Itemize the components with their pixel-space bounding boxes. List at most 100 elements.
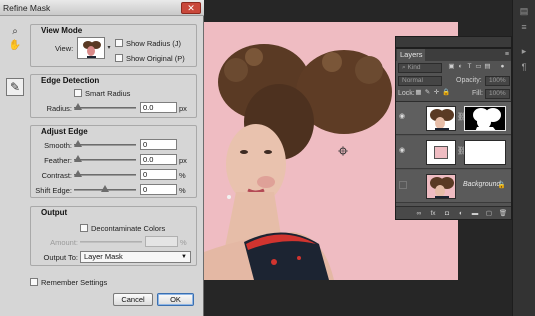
adjust-edge-title: Adjust Edge (41, 127, 88, 136)
adjustment-layer-icon[interactable]: ◐ (456, 209, 466, 218)
lock-label: Lock: (398, 90, 415, 97)
layer-row-masked-photo[interactable]: ◉ ⛓ (396, 102, 511, 135)
filter-smart-object-icon[interactable]: ▤ (484, 63, 491, 71)
refine-radius-brush-icon[interactable]: ✎ (6, 78, 24, 96)
shift-edge-slider[interactable] (74, 184, 136, 194)
contrast-field[interactable]: 0 (140, 169, 177, 180)
slider-track (80, 241, 142, 243)
delete-layer-icon[interactable]: 🗑 (498, 209, 508, 218)
slider-track (74, 107, 136, 109)
edge-detection-group: Edge Detection Smart Radius Radius: 0.0 … (30, 74, 197, 118)
dialog-title-bar[interactable]: Refine Mask ✕ (0, 0, 204, 16)
slider-track (74, 159, 136, 161)
actions-icon[interactable]: ▸ (518, 46, 530, 56)
close-icon[interactable]: ✕ (181, 2, 201, 14)
show-radius-checkbox[interactable] (115, 39, 123, 47)
radius-unit: px (179, 104, 187, 113)
layers-panel-dock-bar[interactable] (395, 36, 512, 48)
layer-mask-thumbnail[interactable] (464, 106, 506, 131)
slider-knob[interactable] (74, 155, 82, 162)
new-layer-icon[interactable]: ▢ (484, 209, 494, 218)
contrast-slider[interactable] (74, 169, 136, 179)
hand-tool-icon[interactable]: ✋ (8, 40, 22, 54)
layer-row-background[interactable]: Background 🔒 (396, 170, 511, 203)
feather-slider[interactable] (74, 154, 136, 164)
view-mode-title: View Mode (41, 26, 83, 35)
panel-menu-icon[interactable]: ≡ (505, 49, 509, 61)
radius-label: Radius: (46, 104, 72, 113)
radius-slider[interactable] (74, 102, 136, 112)
filter-shape-icon[interactable]: ▭ (475, 63, 482, 71)
layer-lock-icon: 🔒 (497, 182, 506, 189)
view-label: View: (55, 44, 74, 53)
output-title: Output (41, 208, 68, 217)
chevron-down-icon[interactable]: ▾ (106, 37, 112, 59)
shift-edge-field[interactable]: 0 (140, 184, 177, 195)
photoshop-workspace: ▤ ≡ ▸ ¶ Layers ≡ ⌕ Kind ▣ ◐ T ▭ ▤ ● Norm… (0, 0, 535, 316)
slider-knob[interactable] (74, 103, 82, 110)
feather-label: Feather: (44, 156, 72, 165)
smooth-slider[interactable] (74, 139, 136, 149)
layer-name-background[interactable]: Background (463, 181, 500, 188)
refine-mask-dialog: Refine Mask ✕ ⌕ ✋ ✎ View Mode View: ▾ Sh… (0, 0, 204, 316)
kind-filter-label: Kind (407, 64, 421, 71)
feather-unit: px (179, 156, 187, 165)
lock-all-icon[interactable]: 🔒 (442, 89, 450, 97)
panel-dock-strip: ▤ ≡ ▸ ¶ (512, 0, 535, 316)
smart-radius-checkbox[interactable] (74, 89, 82, 97)
remember-settings-checkbox[interactable] (30, 278, 38, 286)
properties-icon[interactable]: ≡ (518, 22, 530, 32)
show-original-label: Show Original (P) (126, 54, 185, 63)
add-mask-icon[interactable]: ◘ (442, 209, 452, 218)
ok-button[interactable]: OK (157, 293, 194, 306)
fill-field[interactable]: 100% (485, 89, 510, 99)
layer-row-color-fill[interactable]: ◉ ⛓ (396, 136, 511, 169)
history-icon[interactable]: ▤ (518, 6, 530, 16)
feather-field[interactable]: 0.0 (140, 154, 177, 165)
remember-settings-label: Remember Settings (41, 278, 108, 287)
visibility-toggle[interactable] (399, 181, 407, 189)
output-to-label: Output To: (43, 253, 78, 262)
kind-filter-select[interactable]: ⌕ Kind (398, 63, 442, 73)
show-original-checkbox[interactable] (115, 54, 123, 62)
contrast-label: Contrast: (41, 171, 72, 180)
layer-thumbnail[interactable] (426, 106, 456, 131)
view-mode-thumbnail[interactable] (77, 37, 105, 59)
lock-position-icon[interactable]: ✛ (433, 89, 440, 97)
radius-field[interactable]: 0.0 (140, 102, 177, 113)
fill-layer-thumbnail[interactable] (426, 140, 456, 165)
slider-knob[interactable] (74, 140, 82, 147)
slider-knob[interactable] (74, 170, 82, 177)
smooth-field[interactable]: 0 (140, 139, 177, 150)
shift-edge-label: Shift Edge: (35, 186, 72, 195)
filter-type-icon[interactable]: T (466, 63, 473, 71)
visibility-eye-icon[interactable]: ◉ (399, 147, 407, 155)
paragraph-icon[interactable]: ¶ (518, 62, 530, 72)
layer-mask-thumbnail[interactable] (464, 140, 506, 165)
output-to-select[interactable]: Layer Mask ▼ (80, 251, 191, 263)
slider-knob[interactable] (101, 185, 109, 192)
zoom-tool-icon[interactable]: ⌕ (8, 26, 22, 40)
opacity-field[interactable]: 100% (485, 76, 510, 86)
amount-unit: % (180, 238, 187, 247)
cancel-button[interactable]: Cancel (113, 293, 153, 306)
decontaminate-checkbox[interactable] (80, 224, 88, 232)
blend-opacity-row: Normal Opacity: 100% (398, 76, 510, 87)
link-layers-icon[interactable]: ∞ (414, 209, 424, 218)
layers-tab[interactable]: Layers (397, 49, 425, 61)
new-group-icon[interactable]: ▬ (470, 209, 480, 218)
layer-style-fx-icon[interactable]: fx (428, 209, 438, 218)
smooth-label: Smooth: (44, 141, 72, 150)
layers-tab-bar: Layers ≡ (396, 49, 511, 61)
lock-transparent-icon[interactable]: ▦ (415, 89, 422, 97)
blend-mode-select[interactable]: Normal (398, 76, 442, 86)
filter-pixel-icon[interactable]: ▣ (448, 63, 455, 71)
lock-image-icon[interactable]: ✎ (424, 89, 431, 97)
filter-toggle-icon[interactable]: ● (499, 63, 506, 71)
amount-slider (80, 236, 142, 246)
fill-label: Fill: (472, 90, 483, 97)
visibility-eye-icon[interactable]: ◉ (399, 113, 407, 121)
background-thumbnail[interactable] (426, 174, 456, 199)
filter-adjustment-icon[interactable]: ◐ (457, 63, 464, 71)
lock-fill-row: Lock: ▦ ✎ ✛ 🔒 Fill: 100% (398, 89, 510, 100)
